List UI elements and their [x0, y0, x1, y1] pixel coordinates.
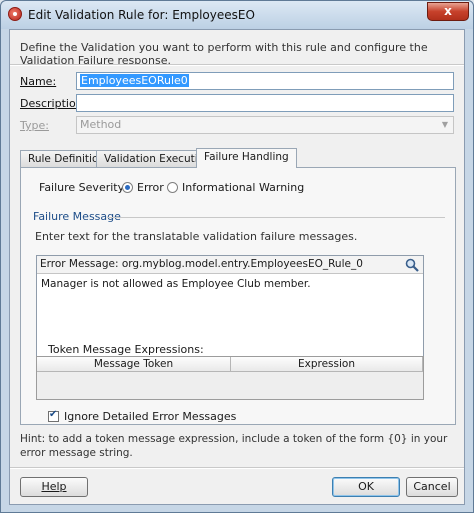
tab-failure-handling[interactable]: Failure Handling	[196, 148, 297, 168]
help-button[interactable]: Help	[20, 477, 88, 497]
ok-button[interactable]: OK	[332, 477, 400, 497]
error-message-label: Error Message: org.myblog.model.entry.Em…	[40, 258, 363, 270]
chevron-down-icon: ▼	[441, 120, 449, 129]
token-table[interactable]: Message Token Expression	[36, 356, 424, 400]
message-instructions: Enter text for the translatable validati…	[35, 230, 358, 243]
description-input[interactable]	[76, 94, 454, 112]
header-divider	[10, 64, 464, 66]
column-header-expression[interactable]: Expression	[231, 357, 423, 372]
name-input[interactable]: EmployeesEORule0	[76, 72, 454, 90]
search-icon[interactable]	[405, 258, 419, 272]
severity-label: Failure Severity	[39, 181, 125, 194]
group-divider	[107, 217, 445, 218]
dialog-window: Edit Validation Rule for: EmployeesEO x …	[0, 0, 474, 513]
app-icon	[8, 7, 22, 21]
type-value: Method	[80, 118, 122, 131]
token-expressions-label: Token Message Expressions:	[48, 343, 204, 356]
dialog-body: Define the Validation you want to perfor…	[9, 29, 465, 505]
type-label: Type:	[20, 119, 49, 132]
column-header-message-token[interactable]: Message Token	[37, 357, 231, 372]
error-radio[interactable]	[122, 182, 133, 193]
type-select[interactable]: Method ▼	[76, 116, 454, 134]
warning-radio[interactable]	[167, 182, 178, 193]
description-label: Description	[20, 97, 83, 110]
ignore-detailed-errors-label[interactable]: Ignore Detailed Error Messages	[64, 410, 236, 423]
window-title: Edit Validation Rule for: EmployeesEO	[28, 8, 255, 22]
hint-text: Hint: to add a token message expression,…	[20, 433, 448, 459]
error-radio-label[interactable]: Error	[137, 181, 164, 194]
name-value: EmployeesEORule0	[80, 74, 189, 87]
name-label: Name:	[20, 75, 57, 88]
tab-strip: Rule Definition Validation Execution Fai…	[20, 148, 460, 168]
close-button[interactable]: x	[427, 2, 469, 21]
ignore-detailed-errors-checkbox[interactable]	[48, 409, 59, 422]
warning-radio-label[interactable]: Informational Warning	[182, 181, 304, 194]
error-message-header: Error Message: org.myblog.model.entry.Em…	[37, 256, 423, 274]
footer-divider	[10, 467, 464, 469]
cancel-button[interactable]: Cancel	[406, 477, 458, 497]
title-bar[interactable]: Edit Validation Rule for: EmployeesEO x	[1, 1, 473, 29]
